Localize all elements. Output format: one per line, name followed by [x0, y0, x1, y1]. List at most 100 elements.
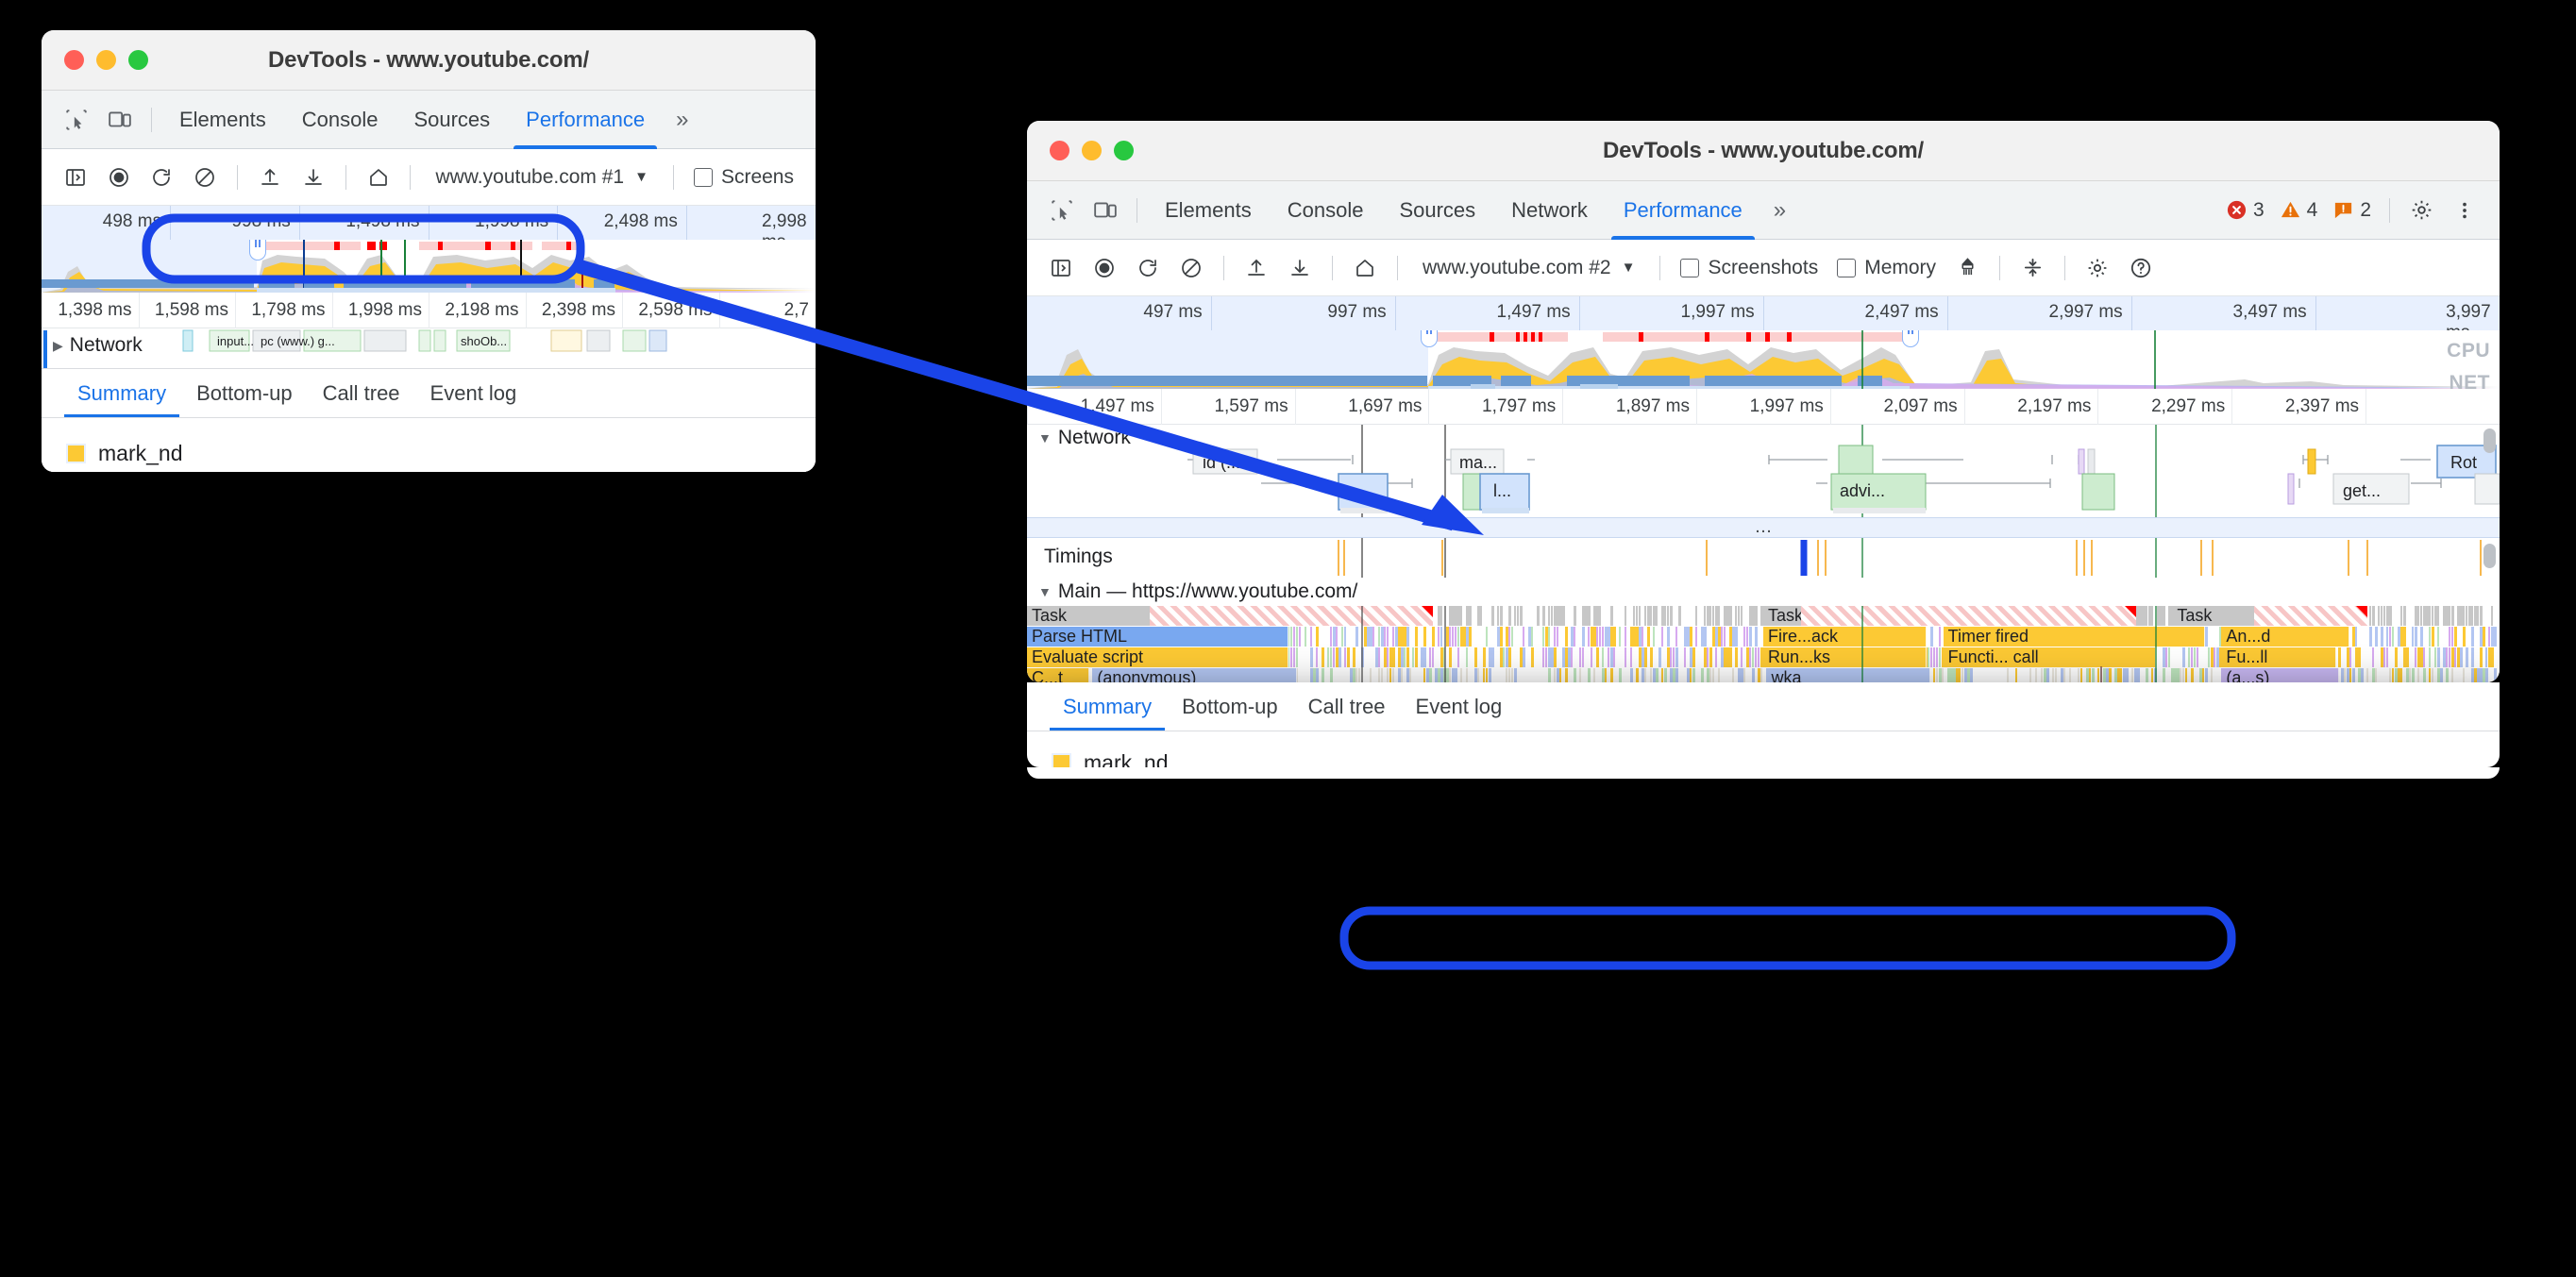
- clear-recording-icon-front[interactable]: [1170, 249, 1212, 287]
- reload-and-record-icon[interactable]: [142, 159, 183, 196]
- maximize-window-button[interactable]: [128, 50, 148, 70]
- front-timings-track[interactable]: Timings: [1027, 538, 2500, 578]
- upload-profile-icon[interactable]: [249, 159, 291, 196]
- front-overview-graph[interactable]: CPU NET: [1027, 330, 2500, 389]
- status-counters[interactable]: 3 4 2: [2226, 199, 2380, 222]
- flame-bar[interactable]: (anonymous): [1092, 668, 1297, 682]
- help-icon[interactable]: [2120, 249, 2162, 287]
- garbage-collect-icon[interactable]: [1946, 249, 1988, 287]
- screenshots-checkbox[interactable]: Screens: [685, 166, 802, 189]
- drawer-tab-call-tree-front[interactable]: Call tree: [1293, 695, 1401, 731]
- issue-counter[interactable]: 2: [2332, 199, 2371, 222]
- flame-bar[interactable]: Parse HTML: [1027, 627, 1289, 647]
- toggle-sidebar-icon-front[interactable]: [1040, 249, 1082, 287]
- tab-network-front[interactable]: Network: [1493, 181, 1606, 240]
- drawer-tab-event-log[interactable]: Event log: [415, 381, 532, 417]
- back-traffic-lights[interactable]: [64, 50, 148, 70]
- flame-row[interactable]: Parse HTML Fire...ack Timer fired An...d: [1027, 627, 2500, 647]
- overview-window-handle-left[interactable]: [249, 240, 266, 260]
- toggle-sidebar-icon[interactable]: [55, 159, 96, 196]
- tab-performance-front[interactable]: Performance: [1606, 181, 1760, 240]
- flame-bar[interactable]: Evaluate script: [1027, 647, 1289, 667]
- collapse-expand-icon[interactable]: [2012, 249, 2053, 287]
- tab-elements-front[interactable]: Elements: [1147, 181, 1270, 240]
- minimize-window-button[interactable]: [96, 50, 116, 70]
- drawer-tab-summary[interactable]: Summary: [62, 381, 181, 417]
- screenshots-checkbox-front[interactable]: Screenshots: [1672, 257, 1827, 279]
- network-collapse-bar[interactable]: …: [1027, 517, 2500, 538]
- tab-performance[interactable]: Performance: [508, 91, 663, 149]
- home-icon-front[interactable]: [1344, 249, 1386, 287]
- front-flame-chart[interactable]: Task Task Task Parse HTML Fire...ack Timer fi…: [1027, 606, 2500, 682]
- devtools-window-front[interactable]: DevTools - www.youtube.com/ Elements Con…: [1027, 121, 2500, 682]
- back-overview-graph[interactable]: [42, 240, 816, 293]
- inspect-element-icon[interactable]: [55, 101, 98, 139]
- tab-console[interactable]: Console: [284, 91, 396, 149]
- tab-elements[interactable]: Elements: [161, 91, 284, 149]
- flame-bar[interactable]: Run...ks: [1763, 647, 1928, 667]
- tab-sources[interactable]: Sources: [396, 91, 508, 149]
- clear-recording-icon[interactable]: [184, 159, 226, 196]
- flame-bar[interactable]: Functi... call: [1943, 647, 2156, 667]
- settings-gear-icon-ptool[interactable]: [2077, 249, 2118, 287]
- flame-bar[interactable]: (a...s): [2221, 668, 2340, 682]
- flame-bar[interactable]: Task: [1027, 606, 1167, 626]
- record-icon-front[interactable]: [1084, 249, 1125, 287]
- front-overview[interactable]: 497 ms 997 ms 1,497 ms 1,997 ms 2,497 ms 2,99…: [1027, 296, 2500, 389]
- recording-selector-front[interactable]: www.youtube.com #2 ▼: [1409, 257, 1648, 279]
- close-window-button[interactable]: [64, 50, 84, 70]
- drawer-tab-event-log-front[interactable]: Event log: [1401, 695, 1518, 731]
- maximize-window-button-front[interactable]: [1114, 141, 1134, 160]
- inspect-element-icon-front[interactable]: [1040, 192, 1084, 229]
- timings-scrollbar-thumb[interactable]: [2483, 544, 2496, 568]
- upload-profile-icon-front[interactable]: [1236, 249, 1277, 287]
- ruler-tick-label: 498 ms: [102, 211, 162, 231]
- front-overview-handle-right[interactable]: [1902, 330, 1919, 347]
- record-icon[interactable]: [98, 159, 140, 196]
- back-overview[interactable]: 498 ms 998 ms 1,498 ms 1,998 ms 2,498 ms 2,99…: [42, 206, 816, 293]
- home-icon[interactable]: [358, 159, 399, 196]
- drawer-tab-bottom-up-front[interactable]: Bottom-up: [1167, 695, 1293, 731]
- drawer-tab-summary-front[interactable]: Summary: [1048, 695, 1167, 731]
- flame-row[interactable]: C...t (anonymous) wka (a...s): [1027, 668, 2500, 682]
- flame-row[interactable]: Task Task Task: [1027, 606, 2500, 626]
- back-details-drawer[interactable]: Summary Bottom-up Call tree Event log ma…: [42, 368, 816, 472]
- flame-bar[interactable]: An...d: [2221, 627, 2349, 647]
- front-main-track-header-row[interactable]: ▼ Main — https://www.youtube.com/: [1027, 578, 2500, 606]
- event-color-chip: [66, 444, 86, 463]
- front-main-track-header[interactable]: ▼ Main — https://www.youtube.com/: [1038, 580, 1357, 603]
- minimize-window-button-front[interactable]: [1082, 141, 1102, 160]
- front-network-track[interactable]: ▼ Network id (... ma... Rot c... l... ad…: [1027, 425, 2500, 517]
- flame-bar[interactable]: C...t: [1027, 668, 1089, 682]
- download-profile-icon-front[interactable]: [1279, 249, 1321, 287]
- settings-gear-icon[interactable]: [2399, 192, 2443, 229]
- error-counter[interactable]: 3: [2226, 199, 2265, 222]
- tab-sources-front[interactable]: Sources: [1381, 181, 1493, 240]
- network-scrollbar-thumb[interactable]: [2483, 428, 2496, 453]
- front-traffic-lights[interactable]: [1050, 141, 1134, 160]
- flame-bar[interactable]: Fu...ll: [2221, 647, 2336, 667]
- flame-bar[interactable]: Timer fired: [1943, 627, 2205, 647]
- tab-console-front[interactable]: Console: [1270, 181, 1382, 240]
- front-details-drawer[interactable]: Summary Bottom-up Call tree Event log mark_n…: [1027, 682, 2500, 767]
- drawer-tab-bottom-up[interactable]: Bottom-up: [181, 381, 308, 417]
- memory-checkbox[interactable]: Memory: [1828, 257, 1945, 279]
- ruler-tick-label: 2,398 ms: [541, 300, 615, 320]
- drawer-tab-call-tree[interactable]: Call tree: [308, 381, 415, 417]
- more-tabs-icon[interactable]: »: [663, 107, 697, 133]
- flame-row[interactable]: Evaluate script Run...ks Functi... call Fu.…: [1027, 647, 2500, 667]
- reload-and-record-icon-front[interactable]: [1127, 249, 1169, 287]
- front-overview-handle-left[interactable]: [1421, 330, 1438, 347]
- more-options-icon[interactable]: [2443, 192, 2486, 229]
- flame-bar[interactable]: wka: [1766, 668, 1930, 682]
- front-toolbar-divider: [1136, 197, 1137, 223]
- download-profile-icon[interactable]: [293, 159, 334, 196]
- more-tabs-icon-front[interactable]: »: [1760, 197, 1794, 224]
- device-toolbar-icon-front[interactable]: [1084, 192, 1127, 229]
- devtools-window-back[interactable]: DevTools - www.youtube.com/ Elements Con…: [42, 30, 816, 472]
- recording-selector[interactable]: www.youtube.com #1 ▼: [422, 166, 661, 189]
- close-window-button-front[interactable]: [1050, 141, 1069, 160]
- warning-counter[interactable]: 4: [2280, 199, 2317, 222]
- device-toolbar-icon[interactable]: [98, 101, 142, 139]
- flame-bar[interactable]: Fire...ack: [1763, 627, 1928, 647]
